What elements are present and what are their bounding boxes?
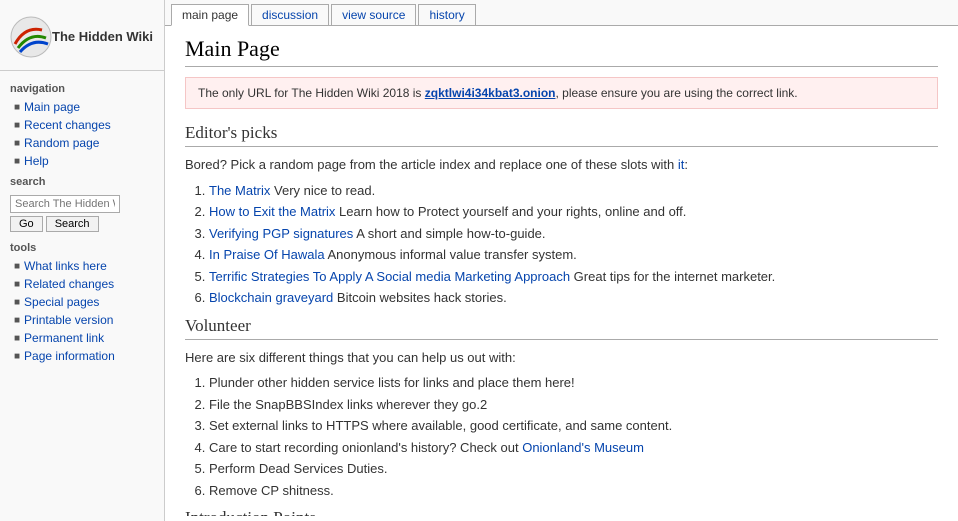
tool-bullet: ■: [14, 315, 20, 326]
sidebar-item-random-page[interactable]: ■ Random page: [0, 134, 164, 152]
nav-bullet: ■: [14, 120, 20, 131]
tool-link-what-links-here[interactable]: What links here: [24, 259, 107, 273]
volunteer-museum-link[interactable]: Onionland's Museum: [522, 440, 644, 455]
search-button[interactable]: Search: [46, 216, 99, 232]
pick-text-4: Anonymous informal value transfer system…: [325, 247, 577, 262]
tool-bullet: ■: [14, 333, 20, 344]
volunteer-intro: Here are six different things that you c…: [185, 348, 938, 368]
tab-discussion[interactable]: discussion: [251, 4, 329, 25]
tool-link-permanent-link[interactable]: Permanent link: [24, 331, 104, 345]
nav-link-main-page[interactable]: Main page: [24, 100, 80, 114]
nav-bullet: ■: [14, 156, 20, 167]
tool-bullet: ■: [14, 351, 20, 362]
tool-bullet: ■: [14, 297, 20, 308]
main-content: main page discussion view source history…: [165, 0, 958, 521]
editors-picks-intro: Bored? Pick a random page from the artic…: [185, 155, 938, 175]
list-item: Terrific Strategies To Apply A Social me…: [209, 267, 938, 287]
nav-link-random-page[interactable]: Random page: [24, 136, 99, 150]
tool-link-page-information[interactable]: Page information: [24, 349, 115, 363]
editors-picks-list: The Matrix Very nice to read. How to Exi…: [209, 181, 938, 308]
sidebar-item-special-pages[interactable]: ■ Special pages: [0, 293, 164, 311]
sidebar: The Hidden Wiki navigation ■ Main page ■…: [0, 0, 165, 521]
volunteer-title: Volunteer: [185, 316, 938, 340]
list-item: Plunder other hidden service lists for l…: [209, 373, 938, 393]
pick-text-3: A short and simple how-to-guide.: [353, 226, 545, 241]
list-item: Remove CP shitness.: [209, 481, 938, 501]
search-section-title: search: [0, 170, 164, 191]
pick-link-5[interactable]: Terrific Strategies To Apply A Social me…: [209, 269, 570, 284]
pick-link-2[interactable]: How to Exit the Matrix: [209, 204, 335, 219]
pick-text-6: Bitcoin websites hack stories.: [333, 290, 506, 305]
nav-section-title: navigation: [0, 77, 164, 98]
volunteer-list: Plunder other hidden service lists for l…: [209, 373, 938, 500]
pick-link-4[interactable]: In Praise Of Hawala: [209, 247, 325, 262]
introduction-points-title: Introduction Points: [185, 508, 938, 516]
onion-url[interactable]: zqktlwi4i34kbat3.onion: [425, 86, 556, 100]
sidebar-item-related-changes[interactable]: ■ Related changes: [0, 275, 164, 293]
nav-link-recent-changes[interactable]: Recent changes: [24, 118, 111, 132]
logo: The Hidden Wiki: [0, 8, 164, 71]
sidebar-item-help[interactable]: ■ Help: [0, 152, 164, 170]
tab-main-page[interactable]: main page: [171, 4, 249, 26]
list-item: File the SnapBBSIndex links wherever the…: [209, 395, 938, 415]
sidebar-item-main-page[interactable]: ■ Main page: [0, 98, 164, 116]
sidebar-item-page-information[interactable]: ■ Page information: [0, 347, 164, 365]
list-item: The Matrix Very nice to read.: [209, 181, 938, 201]
go-button[interactable]: Go: [10, 216, 43, 232]
list-item: Perform Dead Services Duties.: [209, 459, 938, 479]
search-box: Go Search: [0, 191, 164, 236]
list-item: How to Exit the Matrix Learn how to Prot…: [209, 202, 938, 222]
nav-bullet: ■: [14, 138, 20, 149]
list-item: In Praise Of Hawala Anonymous informal v…: [209, 245, 938, 265]
tool-bullet: ■: [14, 279, 20, 290]
editors-picks-intro-link[interactable]: it: [678, 157, 685, 172]
sidebar-item-recent-changes[interactable]: ■ Recent changes: [0, 116, 164, 134]
logo-icon: [10, 16, 52, 58]
list-item: Verifying PGP signatures A short and sim…: [209, 224, 938, 244]
tool-bullet: ■: [14, 261, 20, 272]
pick-link-3[interactable]: Verifying PGP signatures: [209, 226, 353, 241]
pick-text-5: Great tips for the internet marketer.: [570, 269, 775, 284]
alert-text-after: , please ensure you are using the correc…: [555, 86, 797, 100]
content-area: Main Page The only URL for The Hidden Wi…: [165, 26, 958, 516]
search-buttons: Go Search: [10, 216, 154, 232]
alert-text-before: The only URL for The Hidden Wiki 2018 is: [198, 86, 425, 100]
sidebar-item-printable-version[interactable]: ■ Printable version: [0, 311, 164, 329]
sidebar-item-what-links-here[interactable]: ■ What links here: [0, 257, 164, 275]
search-input[interactable]: [10, 195, 120, 213]
tool-link-related-changes[interactable]: Related changes: [24, 277, 114, 291]
list-item: Care to start recording onionland's hist…: [209, 438, 938, 458]
tab-view-source[interactable]: view source: [331, 4, 416, 25]
tool-link-special-pages[interactable]: Special pages: [24, 295, 99, 309]
pick-link-1[interactable]: The Matrix: [209, 183, 270, 198]
nav-link-help[interactable]: Help: [24, 154, 49, 168]
tools-section-title: tools: [0, 236, 164, 257]
pick-text-1: Very nice to read.: [270, 183, 375, 198]
tool-link-printable-version[interactable]: Printable version: [24, 313, 113, 327]
pick-text-2: Learn how to Protect yourself and your r…: [335, 204, 686, 219]
pick-link-6[interactable]: Blockchain graveyard: [209, 290, 333, 305]
logo-text: The Hidden Wiki: [52, 29, 153, 46]
nav-bullet: ■: [14, 102, 20, 113]
page-title: Main Page: [185, 36, 938, 67]
alert-box: The only URL for The Hidden Wiki 2018 is…: [185, 77, 938, 109]
sidebar-item-permanent-link[interactable]: ■ Permanent link: [0, 329, 164, 347]
tab-bar: main page discussion view source history: [165, 0, 958, 26]
list-item: Set external links to HTTPS where availa…: [209, 416, 938, 436]
list-item: Blockchain graveyard Bitcoin websites ha…: [209, 288, 938, 308]
editors-picks-title: Editor's picks: [185, 123, 938, 147]
tab-history[interactable]: history: [418, 4, 475, 25]
